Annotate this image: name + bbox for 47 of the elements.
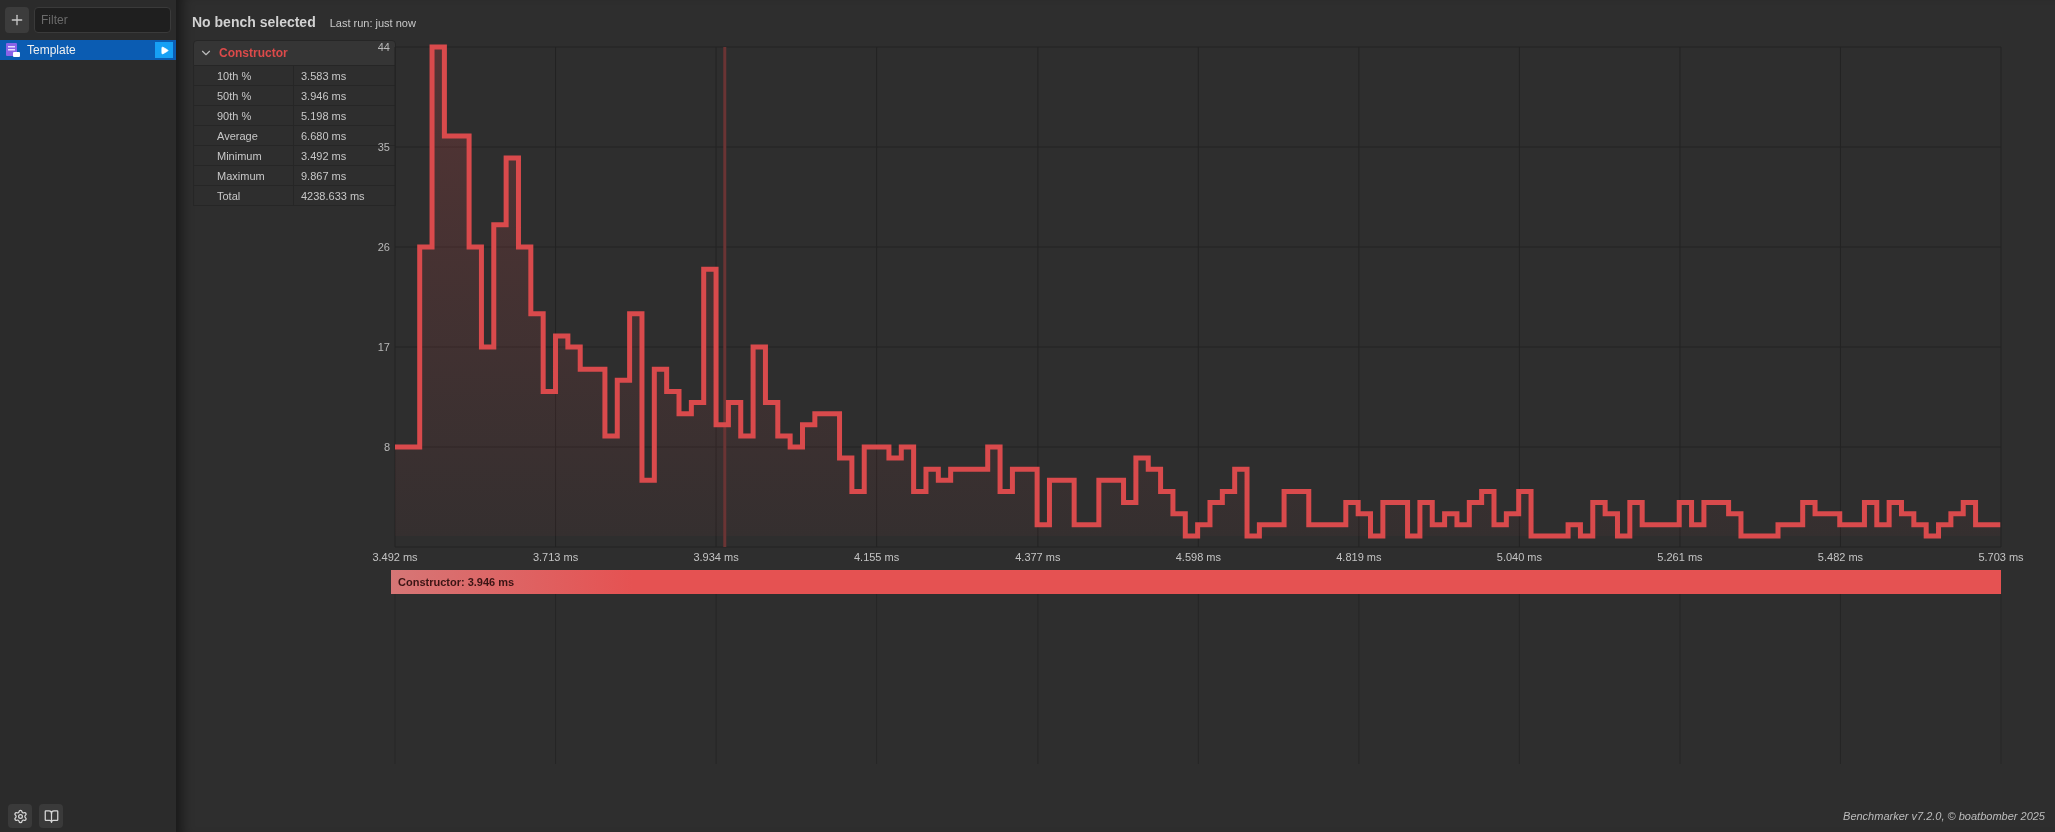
credit-text: Benchmarker v7.2.0, © boatbomber 2025 — [1843, 808, 2045, 824]
last-run-text: Last run: just now — [329, 16, 416, 31]
stat-label: Total — [194, 186, 294, 205]
x-axis-label: 3.934 ms — [693, 551, 739, 563]
stat-label: 10th % — [194, 66, 294, 85]
play-icon — [159, 45, 169, 55]
x-axis-label: 5.261 ms — [1657, 551, 1703, 563]
x-axis-label: 5.482 ms — [1817, 551, 1864, 563]
stat-value: 4238.633 ms — [300, 189, 365, 204]
run-button[interactable] — [155, 42, 173, 58]
plus-icon — [9, 12, 25, 28]
settings-button[interactable] — [8, 804, 32, 828]
stat-value: 5.198 ms — [300, 109, 347, 124]
bench-title: No bench selected — [192, 13, 316, 32]
add-button[interactable] — [5, 7, 29, 33]
stat-label: 90th % — [194, 106, 294, 125]
stat-label: Average — [194, 126, 294, 145]
x-axis-label: 4.598 ms — [1175, 551, 1221, 563]
x-axis-label: 4.377 ms — [1015, 551, 1061, 563]
x-axis-label: 5.040 ms — [1496, 551, 1543, 563]
y-axis-label: 17 — [377, 341, 390, 353]
y-axis-label: 44 — [377, 41, 390, 53]
stat-label: Minimum — [194, 146, 294, 165]
stat-value: 3.583 ms — [300, 69, 347, 84]
filter-field[interactable]: Filter — [34, 7, 171, 33]
docs-button[interactable] — [39, 804, 63, 828]
stat-value: 3.492 ms — [300, 149, 347, 164]
x-axis-label: 4.819 ms — [1336, 551, 1382, 563]
y-axis-label: 8 — [383, 441, 390, 453]
x-axis-label: 3.713 ms — [532, 551, 579, 563]
stat-value: 9.867 ms — [300, 169, 347, 184]
stat-value: 6.680 ms — [300, 129, 347, 144]
y-axis-label: 26 — [377, 241, 390, 253]
settings-icon — [12, 808, 28, 824]
x-axis-label: 4.155 ms — [853, 551, 900, 563]
stat-value: 3.946 ms — [300, 89, 347, 104]
x-axis-label: 5.703 ms — [1978, 551, 2024, 563]
stats-title: Constructor — [219, 45, 288, 62]
x-axis-label: 3.492 ms — [372, 551, 418, 563]
book-icon — [43, 808, 59, 824]
bench-label: Template — [27, 42, 77, 59]
bench-item[interactable]: Template — [0, 40, 176, 60]
list-icon — [6, 43, 20, 57]
stat-label: Maximum — [194, 166, 294, 185]
stat-label: 50th % — [194, 86, 294, 105]
legend-label: Constructor: 3.946 ms — [398, 574, 515, 590]
y-axis-label: 35 — [377, 141, 390, 153]
